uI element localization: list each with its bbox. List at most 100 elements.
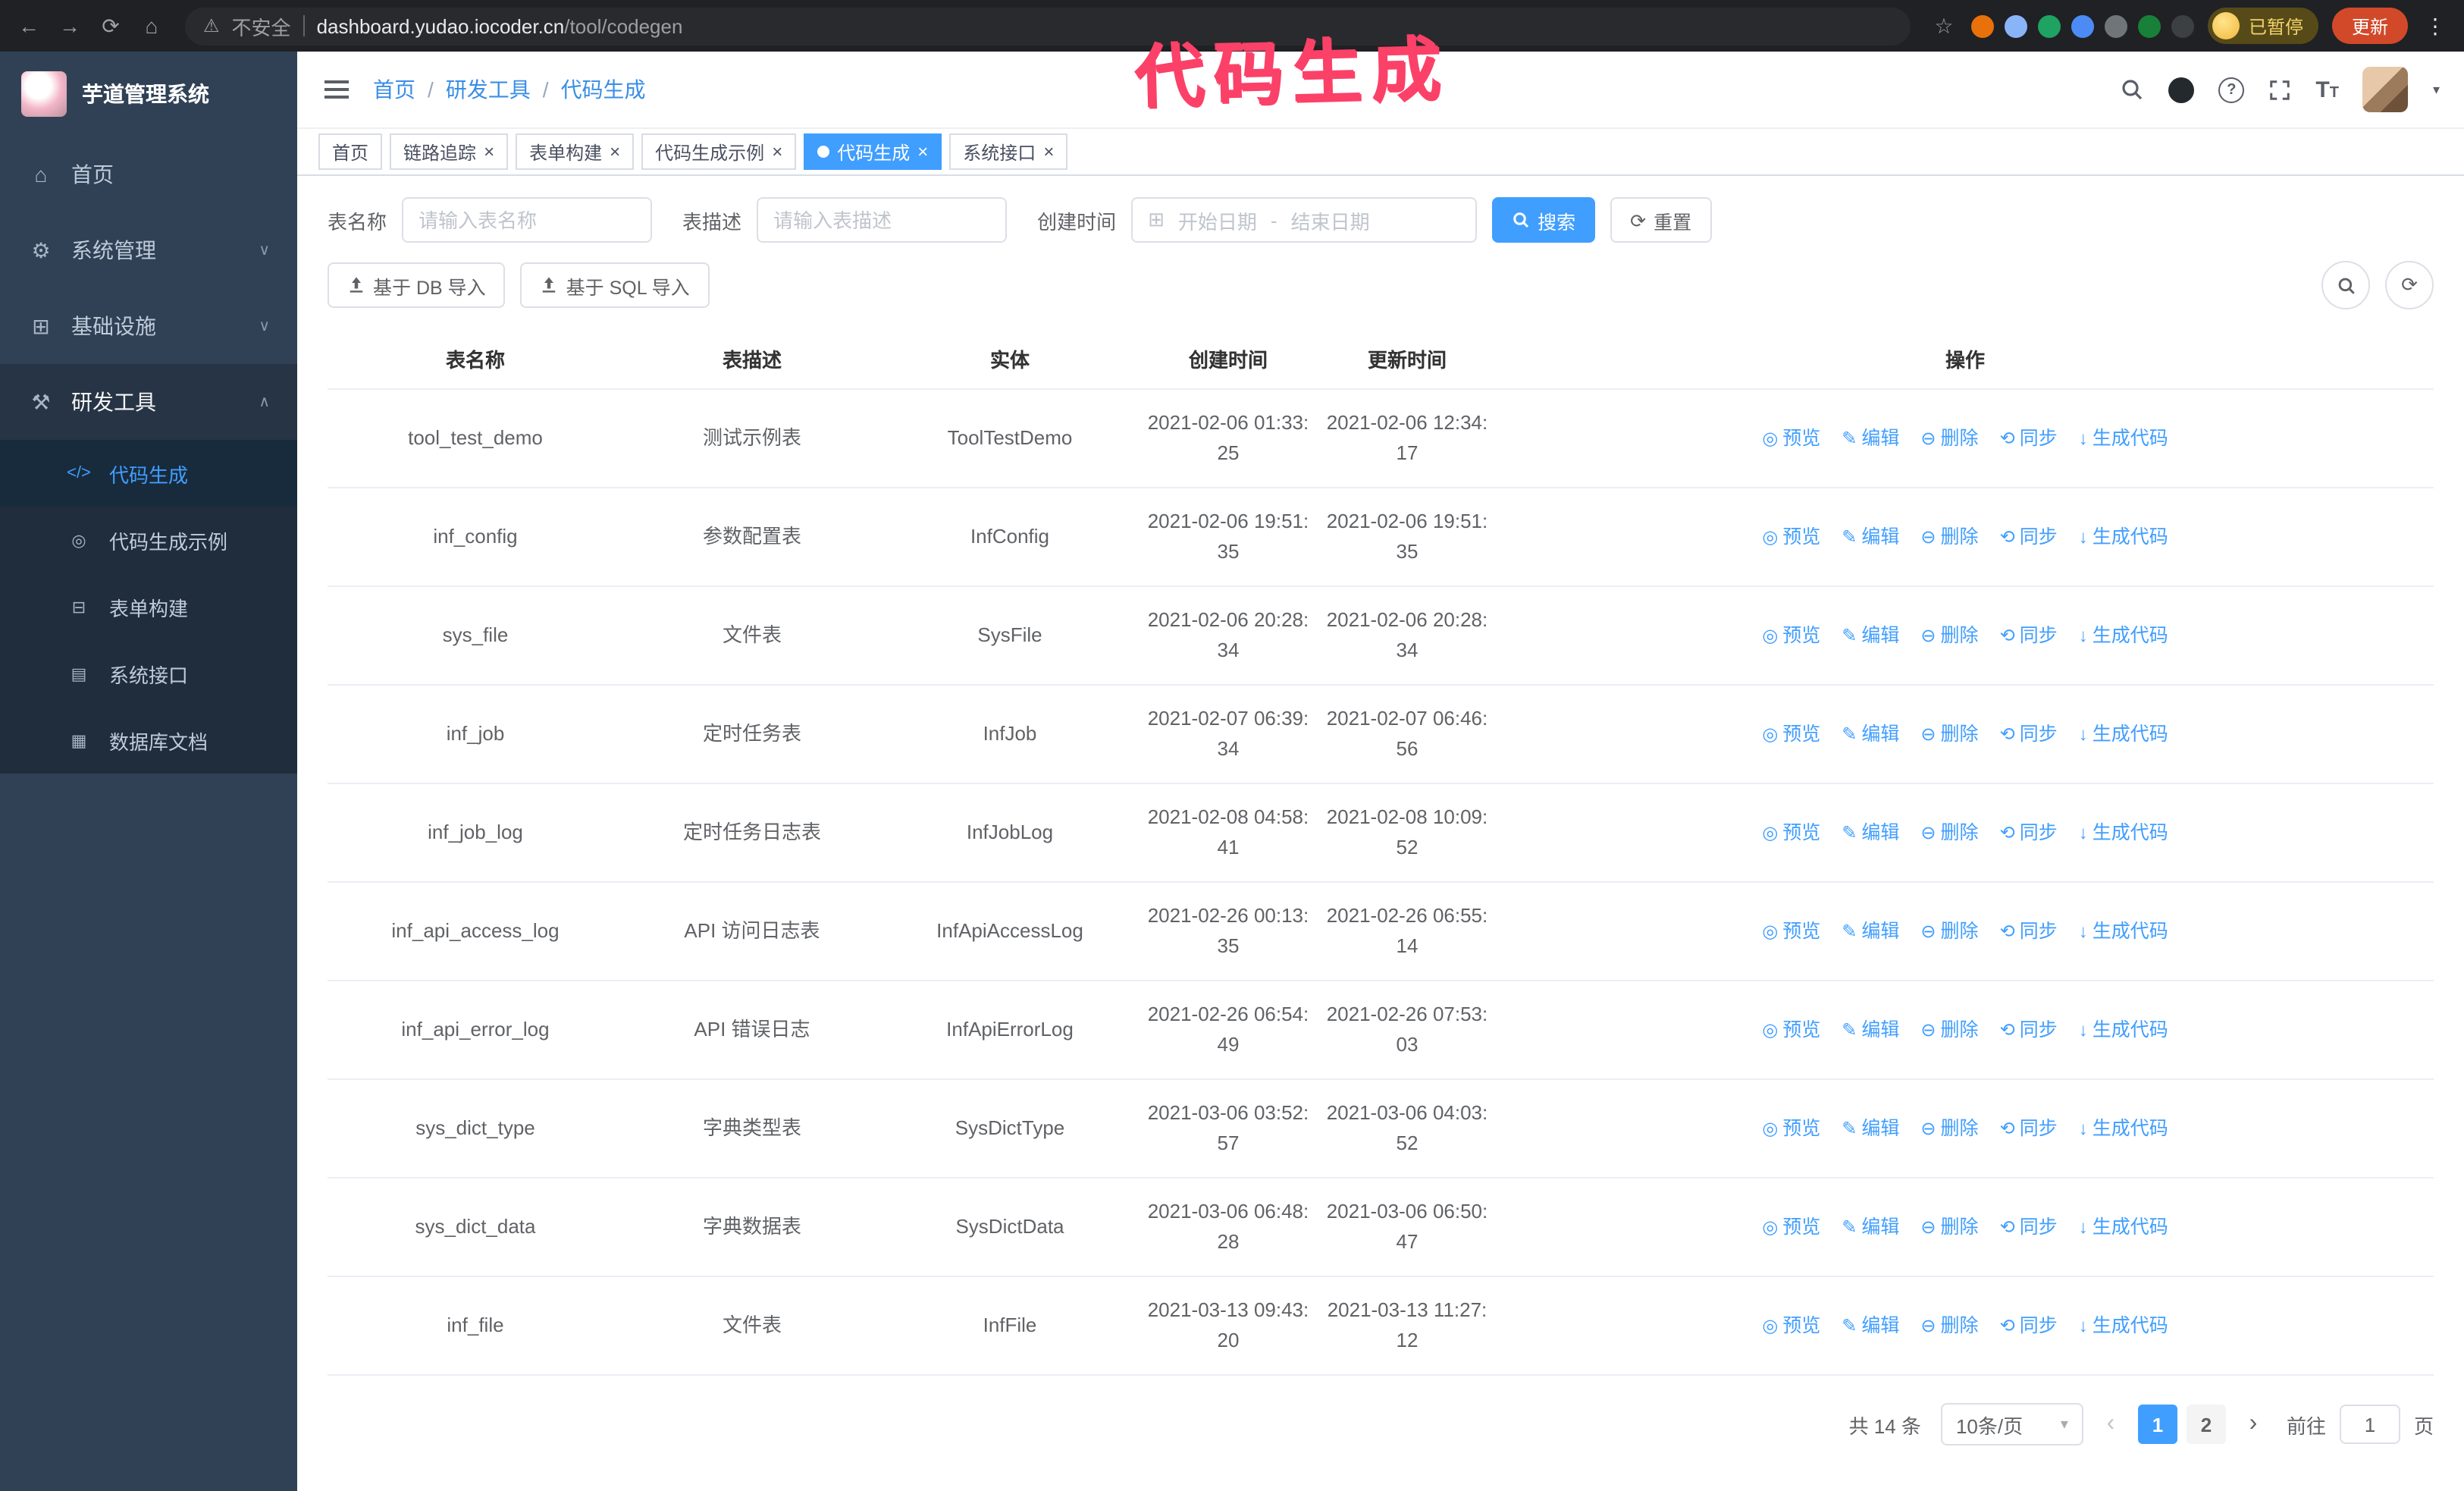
action-generate[interactable]: ↓ 生成代码 <box>2079 916 2168 946</box>
import-db-button[interactable]: 基于 DB 导入 <box>328 262 506 308</box>
action-preview[interactable]: ◎ 预览 <box>1762 1311 1820 1341</box>
action-edit[interactable]: ✎ 编辑 <box>1842 522 1899 552</box>
action-sync[interactable]: ⟲ 同步 <box>2000 1015 2058 1045</box>
close-icon[interactable]: × <box>917 143 928 161</box>
action-preview[interactable]: ◎ 预览 <box>1762 1212 1820 1242</box>
action-preview[interactable]: ◎ 预览 <box>1762 1113 1820 1144</box>
action-preview[interactable]: ◎ 预览 <box>1762 423 1820 454</box>
sidebar-item-form-builder[interactable]: ⊟ 表单构建 <box>0 573 297 640</box>
action-sync[interactable]: ⟲ 同步 <box>2000 719 2058 749</box>
action-edit[interactable]: ✎ 编辑 <box>1842 719 1899 749</box>
extension-icon[interactable] <box>2037 14 2061 37</box>
action-generate[interactable]: ↓ 生成代码 <box>2079 719 2168 749</box>
page-1[interactable]: 1 <box>2137 1405 2177 1444</box>
github-icon[interactable] <box>2168 77 2195 102</box>
action-preview[interactable]: ◎ 预览 <box>1762 818 1820 848</box>
extension-icon[interactable] <box>2171 14 2194 37</box>
tab-codegen[interactable]: 代码生成 × <box>804 133 942 170</box>
extension-icon[interactable] <box>2137 14 2161 37</box>
toggle-search-button[interactable] <box>2321 261 2370 309</box>
sidebar-item-system[interactable]: ⚙ 系统管理 ∨ <box>0 212 297 288</box>
action-delete[interactable]: ⊖ 删除 <box>1920 916 1978 946</box>
table-desc-input[interactable] <box>757 197 1008 243</box>
search-button[interactable]: 搜索 <box>1492 197 1596 243</box>
avatar-caret-icon[interactable]: ▾ <box>2433 81 2440 98</box>
sidebar-item-infra[interactable]: ⊞ 基础设施 ∨ <box>0 288 297 364</box>
table-name-input[interactable] <box>402 197 653 243</box>
action-generate[interactable]: ↓ 生成代码 <box>2079 522 2168 552</box>
import-sql-button[interactable]: 基于 SQL 导入 <box>520 262 710 308</box>
action-preview[interactable]: ◎ 预览 <box>1762 620 1820 651</box>
action-edit[interactable]: ✎ 编辑 <box>1842 1015 1899 1045</box>
extension-icon[interactable] <box>2104 14 2127 37</box>
action-generate[interactable]: ↓ 生成代码 <box>2079 620 2168 651</box>
tab-home[interactable]: 首页 <box>318 133 383 170</box>
action-delete[interactable]: ⊖ 删除 <box>1920 719 1978 749</box>
tab-codegen-example[interactable]: 代码生成示例 × <box>641 133 797 170</box>
action-generate[interactable]: ↓ 生成代码 <box>2079 818 2168 848</box>
action-edit[interactable]: ✎ 编辑 <box>1842 423 1899 454</box>
font-size-icon[interactable]: TT <box>2315 77 2339 102</box>
breadcrumb-item[interactable]: 代码生成 <box>561 74 646 105</box>
action-preview[interactable]: ◎ 预览 <box>1762 522 1820 552</box>
date-range-picker[interactable]: ⊞ 开始日期 - 结束日期 <box>1131 197 1478 243</box>
action-generate[interactable]: ↓ 生成代码 <box>2079 423 2168 454</box>
sidebar-item-devtools[interactable]: ⚒ 研发工具 ∧ <box>0 364 297 440</box>
extension-icon[interactable] <box>2004 14 2027 37</box>
action-delete[interactable]: ⊖ 删除 <box>1920 423 1978 454</box>
next-page-button[interactable]: › <box>2240 1411 2267 1438</box>
sidebar-item-codegen-example[interactable]: ◎ 代码生成示例 <box>0 507 297 573</box>
page-size-select[interactable]: 10条/页 ▾ <box>1940 1403 2083 1445</box>
bookmark-star-icon[interactable]: ☆ <box>1930 13 1958 39</box>
action-preview[interactable]: ◎ 预览 <box>1762 719 1820 749</box>
goto-page-input[interactable] <box>2339 1405 2400 1444</box>
action-edit[interactable]: ✎ 编辑 <box>1842 1311 1899 1341</box>
user-avatar[interactable] <box>2362 67 2409 112</box>
action-sync[interactable]: ⟲ 同步 <box>2000 916 2058 946</box>
logo[interactable]: 芋道管理系统 <box>0 52 297 137</box>
action-delete[interactable]: ⊖ 删除 <box>1920 620 1978 651</box>
close-icon[interactable]: × <box>610 143 620 161</box>
refresh-button[interactable]: ⟳ <box>2385 261 2434 309</box>
browser-menu-icon[interactable]: ⋮ <box>2422 13 2449 39</box>
action-delete[interactable]: ⊖ 删除 <box>1920 1311 1978 1341</box>
action-preview[interactable]: ◎ 预览 <box>1762 1015 1820 1045</box>
hamburger-icon[interactable] <box>321 73 352 106</box>
reset-button[interactable]: ⟳ 重置 <box>1610 197 1712 243</box>
profile-badge[interactable]: 已暂停 <box>2207 8 2318 44</box>
action-edit[interactable]: ✎ 编辑 <box>1842 818 1899 848</box>
prev-page-button[interactable]: ‹ <box>2097 1411 2124 1438</box>
browser-update-button[interactable]: 更新 <box>2331 8 2408 44</box>
action-edit[interactable]: ✎ 编辑 <box>1842 620 1899 651</box>
action-generate[interactable]: ↓ 生成代码 <box>2079 1113 2168 1144</box>
extension-icon[interactable] <box>1970 14 1994 37</box>
action-delete[interactable]: ⊖ 删除 <box>1920 1113 1978 1144</box>
tab-tracer[interactable]: 链路追踪 × <box>390 133 509 170</box>
sidebar-item-codegen[interactable]: </> 代码生成 <box>0 440 297 507</box>
action-sync[interactable]: ⟲ 同步 <box>2000 1311 2058 1341</box>
page-2[interactable]: 2 <box>2186 1405 2226 1444</box>
tab-form-builder[interactable]: 表单构建 × <box>516 133 635 170</box>
sidebar-item-api[interactable]: ▤ 系统接口 <box>0 640 297 707</box>
action-preview[interactable]: ◎ 预览 <box>1762 916 1820 946</box>
close-icon[interactable]: × <box>772 143 782 161</box>
action-generate[interactable]: ↓ 生成代码 <box>2079 1212 2168 1242</box>
extension-icon[interactable] <box>2071 14 2094 37</box>
help-icon[interactable]: ? <box>2218 77 2245 102</box>
action-sync[interactable]: ⟲ 同步 <box>2000 522 2058 552</box>
action-delete[interactable]: ⊖ 删除 <box>1920 522 1978 552</box>
back-icon[interactable]: ← <box>15 14 42 38</box>
action-delete[interactable]: ⊖ 删除 <box>1920 1015 1978 1045</box>
action-delete[interactable]: ⊖ 删除 <box>1920 818 1978 848</box>
sidebar-item-home[interactable]: ⌂ 首页 <box>0 137 297 212</box>
close-icon[interactable]: × <box>484 143 494 161</box>
breadcrumb-item[interactable]: 首页 <box>373 74 415 105</box>
action-edit[interactable]: ✎ 编辑 <box>1842 1113 1899 1144</box>
close-icon[interactable]: × <box>1043 143 1054 161</box>
action-sync[interactable]: ⟲ 同步 <box>2000 620 2058 651</box>
action-generate[interactable]: ↓ 生成代码 <box>2079 1015 2168 1045</box>
browser-home-icon[interactable]: ⌂ <box>138 14 165 38</box>
reload-icon[interactable]: ⟳ <box>97 13 124 39</box>
fullscreen-icon[interactable] <box>2268 78 2291 101</box>
action-generate[interactable]: ↓ 生成代码 <box>2079 1311 2168 1341</box>
